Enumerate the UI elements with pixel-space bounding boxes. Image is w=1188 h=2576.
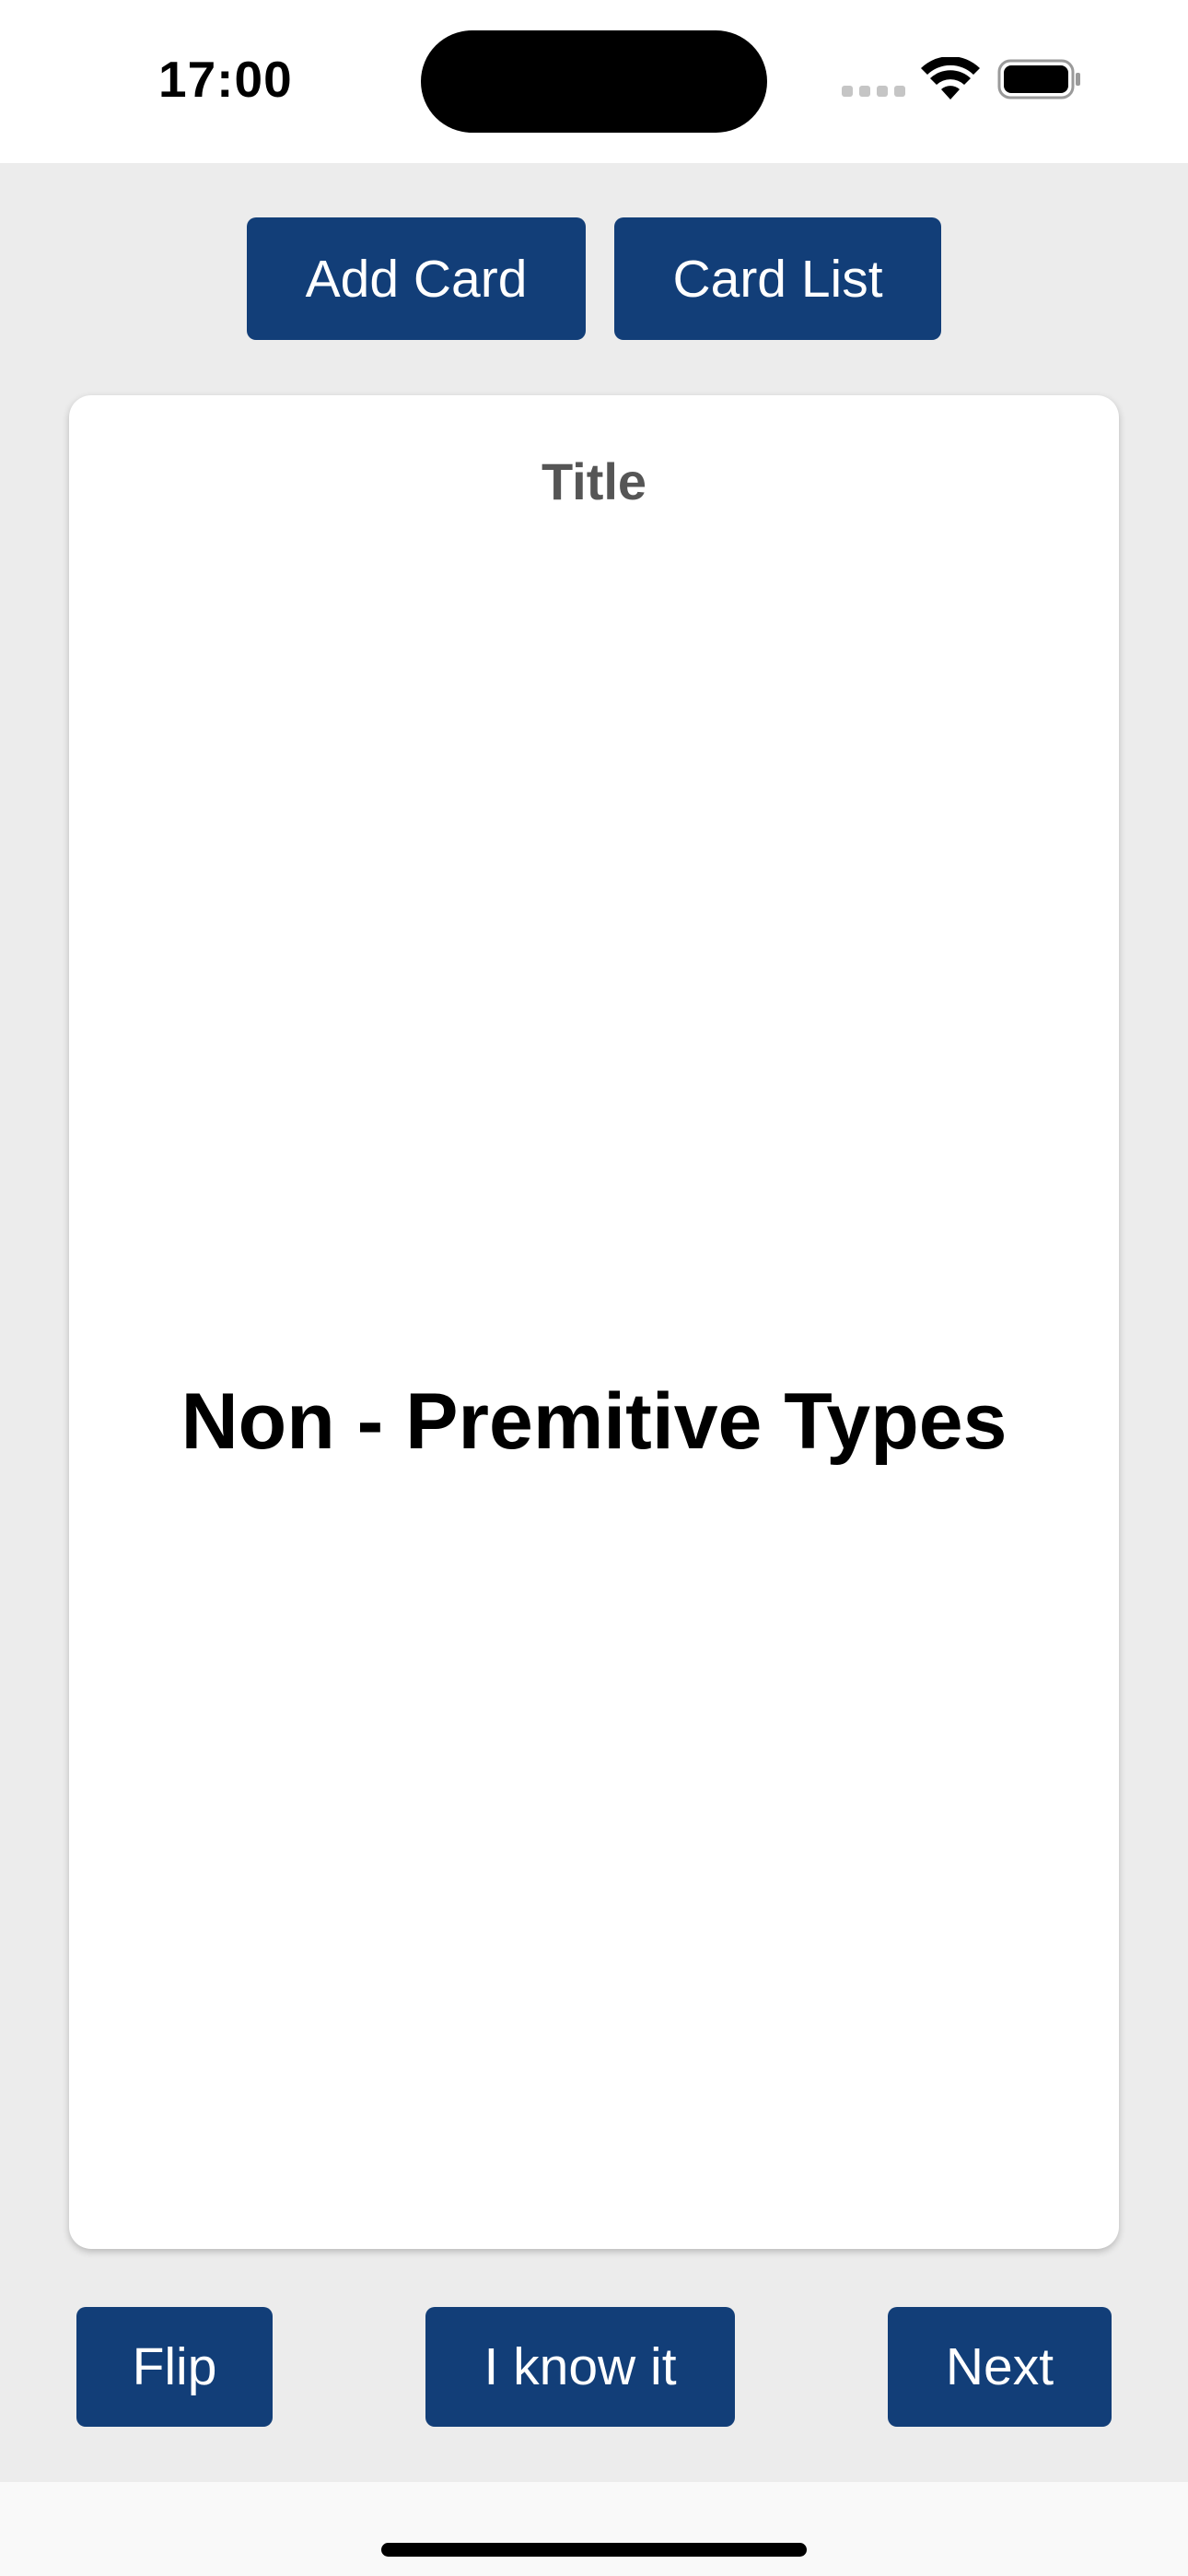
signal-icon — [842, 86, 905, 97]
i-know-it-button[interactable]: I know it — [425, 2307, 735, 2427]
wifi-icon — [921, 57, 980, 100]
home-area — [0, 2482, 1188, 2576]
card-text: Non - Premitive Types — [181, 1377, 1007, 1466]
flash-card[interactable] — [69, 395, 1119, 2249]
home-indicator[interactable] — [381, 2543, 807, 2557]
next-button[interactable]: Next — [888, 2307, 1112, 2427]
battery-icon — [997, 59, 1080, 100]
card-list-button[interactable]: Card List — [614, 217, 941, 340]
flip-button[interactable]: Flip — [76, 2307, 273, 2427]
status-time: 17:00 — [158, 51, 293, 108]
dynamic-island — [421, 30, 767, 133]
card-title: Title — [541, 452, 647, 510]
status-bar: 17:00 — [0, 0, 1188, 163]
add-card-button[interactable]: Add Card — [247, 217, 586, 340]
